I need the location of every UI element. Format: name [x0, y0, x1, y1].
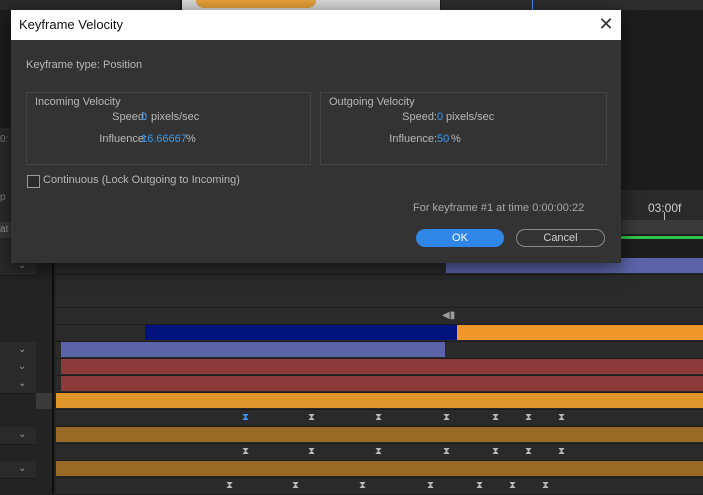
- chevron-down-icon[interactable]: ⌄: [18, 378, 26, 389]
- outgoing-velocity-group: Outgoing Velocity Speed: 0 pixels/sec In…: [320, 92, 607, 165]
- dialog-title: Keyframe Velocity: [19, 17, 124, 32]
- outgoing-speed-value[interactable]: 0: [437, 111, 443, 123]
- timeline-row: [56, 461, 703, 478]
- keyframe-type-label: Keyframe type: Position: [26, 59, 143, 71]
- keyframe-icon[interactable]: ⧗: [492, 444, 499, 460]
- viewer-pasteboard: [0, 0, 180, 10]
- panel-divider[interactable]: [52, 262, 54, 494]
- keyframe-icon[interactable]: ⧗: [443, 410, 450, 426]
- outgoing-speed-unit: pixels/sec: [446, 111, 495, 123]
- timeline-row: [56, 342, 703, 359]
- layer-bar[interactable]: [56, 427, 703, 442]
- incoming-speed-unit: pixels/sec: [151, 111, 200, 123]
- layer-bar[interactable]: [457, 325, 703, 340]
- layer-switch-cell[interactable]: ⌄: [0, 359, 36, 377]
- layer-switch-cell[interactable]: ⌄: [0, 376, 36, 394]
- composition-layer-shape: [196, 0, 316, 8]
- layer-switch-cell[interactable]: ⌄: [0, 427, 36, 445]
- timeline-row: [56, 376, 703, 393]
- incoming-velocity-group: Incoming Velocity Speed: 0 pixels/sec In…: [26, 92, 311, 165]
- incoming-speed-label: Speed:: [112, 111, 147, 123]
- timeline-row: [56, 427, 703, 444]
- keyframe-icon[interactable]: ⧗: [375, 410, 382, 426]
- keyframe-icon[interactable]: ⧗: [476, 478, 483, 494]
- keyframe-icon[interactable]: ⧗: [226, 478, 233, 494]
- keyframe-velocity-dialog: Keyframe Velocity ✕ Keyframe type: Posit…: [11, 10, 621, 263]
- chevron-down-icon[interactable]: ⌄: [18, 361, 26, 372]
- cancel-button[interactable]: Cancel: [516, 229, 605, 247]
- outgoing-speed-label: Speed:: [402, 111, 437, 123]
- keyframe-info-text: For keyframe #1 at time 0:00:00:22: [413, 202, 585, 214]
- keyframe-icon[interactable]: ⧗: [542, 478, 549, 494]
- keyframe-icon[interactable]: ⧗: [525, 444, 532, 460]
- keyframe-row: ⧗ ⧗ ⧗ ⧗ ⧗ ⧗ ⧗: [56, 478, 703, 495]
- chevron-down-icon[interactable]: ⌄: [18, 463, 26, 474]
- keyframe-navigator-icon[interactable]: ◀▮: [442, 308, 455, 324]
- layer-switch-cell[interactable]: ⌄: [0, 461, 36, 479]
- timeline-row: ◀▮: [56, 308, 703, 325]
- continuous-checkbox-label[interactable]: Continuous (Lock Outgoing to Incoming): [43, 174, 240, 186]
- outgoing-influence-label: Influence:: [389, 133, 437, 145]
- keyframe-icon[interactable]: ⧗: [359, 478, 366, 494]
- incoming-influence-value[interactable]: 16.66667: [141, 133, 187, 145]
- render-range-bar: [620, 236, 703, 239]
- keyframe-icon[interactable]: ⧗: [443, 444, 450, 460]
- left-panel-text: 0:: [0, 134, 9, 145]
- keyframe-icon[interactable]: ⧗: [558, 410, 565, 426]
- outgoing-influence-value[interactable]: 50: [437, 133, 449, 145]
- keyframe-icon[interactable]: ⧗: [375, 444, 382, 460]
- viewer-panel: [441, 0, 703, 10]
- close-icon[interactable]: ✕: [596, 14, 616, 34]
- keyframe-icon[interactable]: ⧗: [525, 410, 532, 426]
- timeline-row: [56, 275, 703, 292]
- guide-line: [532, 0, 533, 10]
- outgoing-velocity-title: Outgoing Velocity: [329, 96, 415, 108]
- keyframe-icon[interactable]: ⧗: [427, 478, 434, 494]
- timeline-row: [56, 393, 703, 410]
- keyframe-icon[interactable]: ⧗: [242, 444, 249, 460]
- timeline-row: [56, 359, 703, 376]
- keyframe-row: ⧗ ⧗ ⧗ ⧗ ⧗ ⧗ ⧗: [56, 444, 703, 461]
- chevron-down-icon[interactable]: ⌄: [18, 344, 26, 355]
- layer-switch-cell[interactable]: ⌄: [0, 342, 36, 360]
- keyframe-icon[interactable]: ⧗: [308, 410, 315, 426]
- work-area-bar[interactable]: [620, 220, 703, 234]
- keyframe-icon[interactable]: ⧗: [492, 410, 499, 426]
- layer-switch-cell[interactable]: [36, 393, 52, 409]
- incoming-speed-value[interactable]: 0: [141, 111, 147, 123]
- layer-bar[interactable]: [61, 376, 703, 391]
- left-panel-text: at: [0, 224, 9, 235]
- timeline-row: [56, 291, 703, 308]
- layer-bar[interactable]: [61, 359, 703, 374]
- left-panel-text: p: [0, 192, 6, 203]
- layer-bar[interactable]: [145, 325, 457, 340]
- incoming-velocity-title: Incoming Velocity: [35, 96, 121, 108]
- outgoing-influence-unit: %: [451, 133, 461, 145]
- time-ruler-tick: [664, 212, 665, 220]
- layer-bar[interactable]: [56, 461, 703, 476]
- keyframe-icon[interactable]: ⧗: [558, 444, 565, 460]
- ok-button[interactable]: OK: [416, 229, 504, 247]
- incoming-influence-label: Influence:: [99, 133, 147, 145]
- continuous-checkbox[interactable]: [27, 175, 40, 188]
- chevron-down-icon[interactable]: ⌄: [18, 429, 26, 440]
- keyframe-icon[interactable]: ⧗: [509, 478, 516, 494]
- timeline-row: [56, 325, 703, 342]
- keyframe-icon[interactable]: ⧗: [308, 444, 315, 460]
- keyframe-icon[interactable]: ⧗: [292, 478, 299, 494]
- incoming-influence-unit: %: [186, 133, 196, 145]
- dialog-titlebar[interactable]: Keyframe Velocity ✕: [11, 10, 621, 40]
- keyframe-icon[interactable]: ⧗: [242, 410, 249, 426]
- keyframe-row: ⧗ ⧗ ⧗ ⧗ ⧗ ⧗ ⧗: [56, 410, 703, 427]
- layer-bar[interactable]: [56, 393, 703, 408]
- layer-bar[interactable]: [61, 342, 445, 357]
